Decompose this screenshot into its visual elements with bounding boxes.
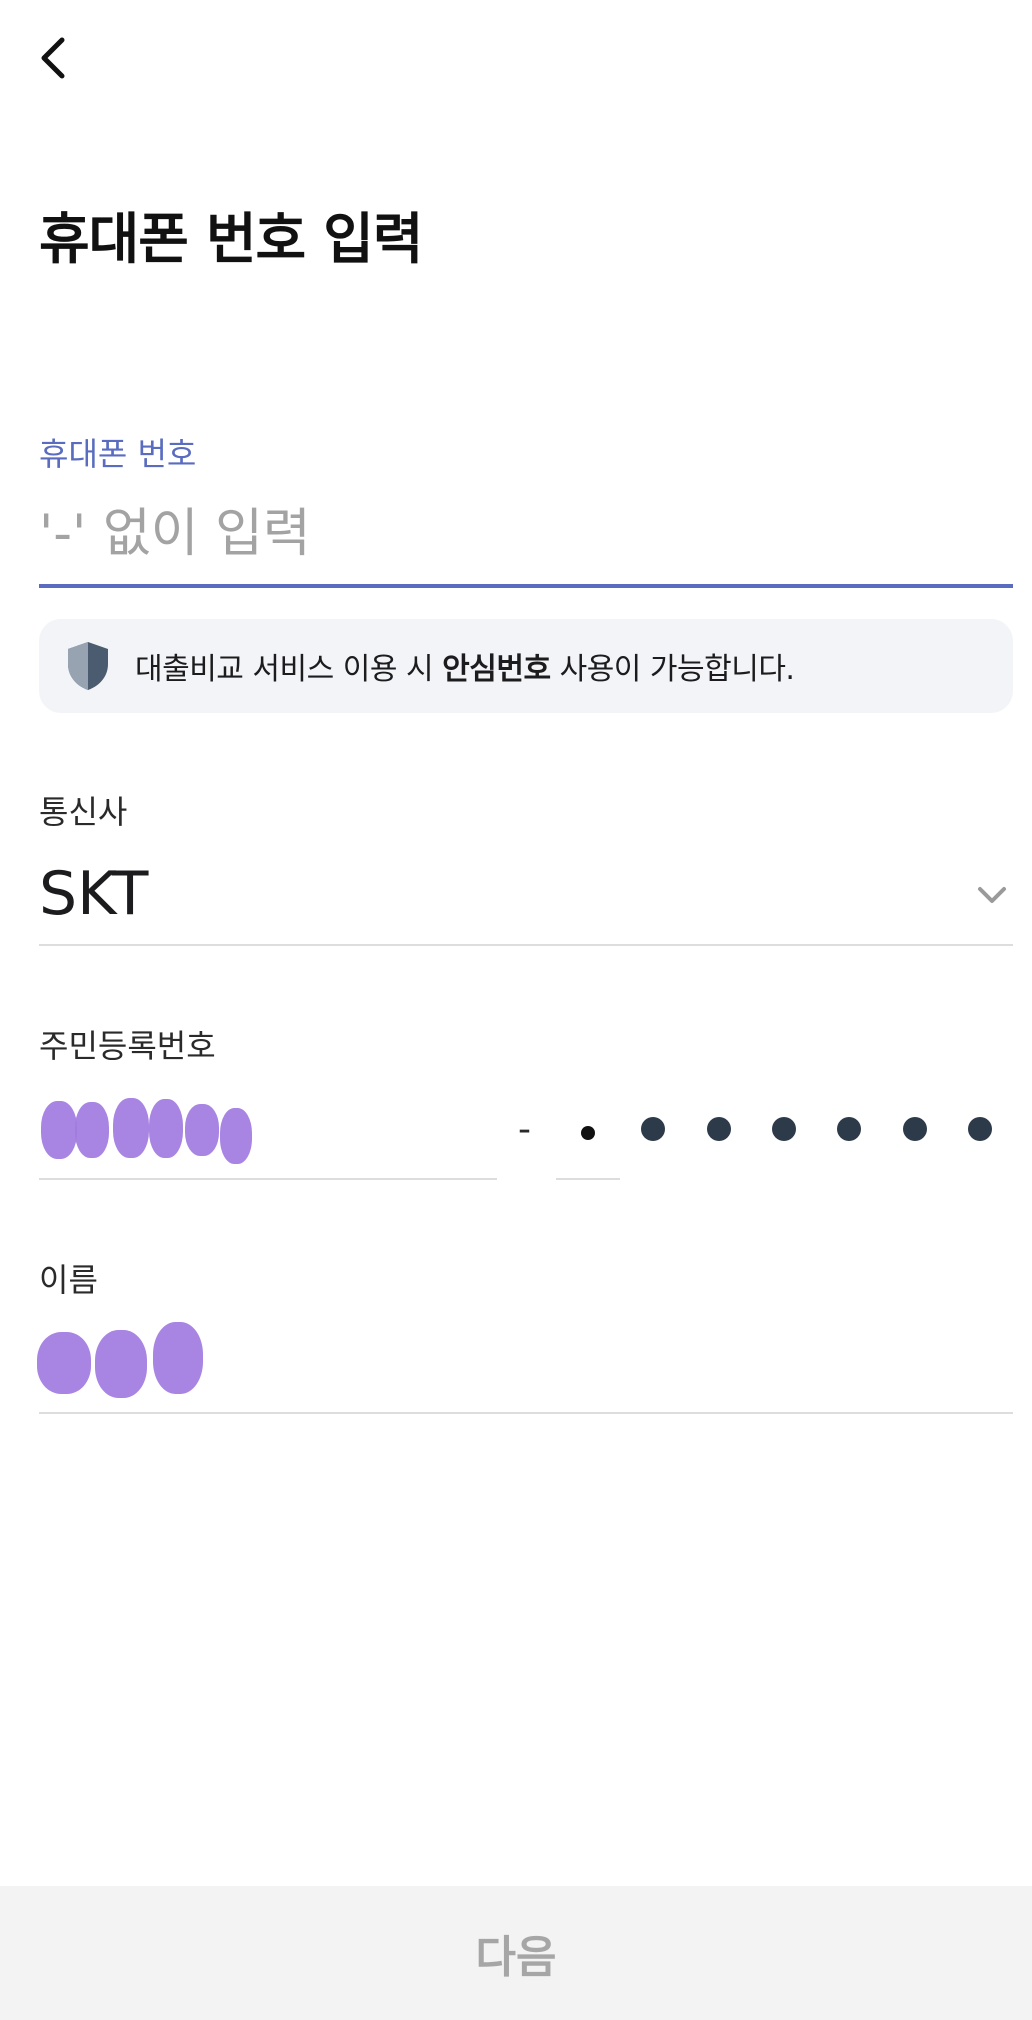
carrier-underline [39,944,1013,946]
page-title: 휴대폰 번호 입력 [39,207,423,271]
masked-digit [185,1104,219,1156]
carrier-select[interactable]: SKT [39,852,1013,944]
masked-digit [149,1099,183,1158]
masked-digit [41,1101,77,1159]
chevron-left-icon [41,37,65,79]
masked-character [37,1332,91,1394]
phone-number-input[interactable] [39,494,1013,574]
notice-bold-text: 안심번호 [442,652,551,687]
safe-number-notice: 대출비교 서비스 이용 시 안심번호 사용이 가능합니다. [39,619,1013,713]
masked-dot [903,1117,927,1141]
masked-dot [641,1117,665,1141]
rrn-front-input[interactable] [39,1090,497,1176]
back-button[interactable] [26,26,82,90]
next-button[interactable]: 다음 [0,1886,1032,2020]
rrn-label: 주민등록번호 [39,1027,216,1065]
masked-digit [220,1108,252,1164]
name-input[interactable] [37,1318,1013,1414]
masked-character [95,1330,147,1398]
masked-dot [837,1117,861,1141]
chevron-down-icon [978,887,1006,903]
masked-dot [772,1117,796,1141]
name-underline [39,1412,1013,1414]
notice-text: 대출비교 서비스 이용 시 안심번호 사용이 가능합니다. [135,652,795,687]
masked-character [153,1322,203,1394]
phone-number-label: 휴대폰 번호 [39,435,197,473]
carrier-label: 통신사 [39,793,128,831]
masked-dot [581,1126,595,1140]
masked-dot [968,1117,992,1141]
masked-dot [707,1117,731,1141]
rrn-back-first-digit-input[interactable] [556,1090,620,1176]
masked-digit [113,1098,149,1158]
rrn-separator: - [518,1109,531,1150]
rrn-back-underline [556,1178,620,1180]
masked-digit [75,1102,109,1158]
name-label: 이름 [39,1261,98,1299]
shield-icon [63,639,113,693]
rrn-front-underline [39,1178,497,1180]
carrier-value: SKT [39,859,149,929]
phone-number-underline [39,584,1013,588]
